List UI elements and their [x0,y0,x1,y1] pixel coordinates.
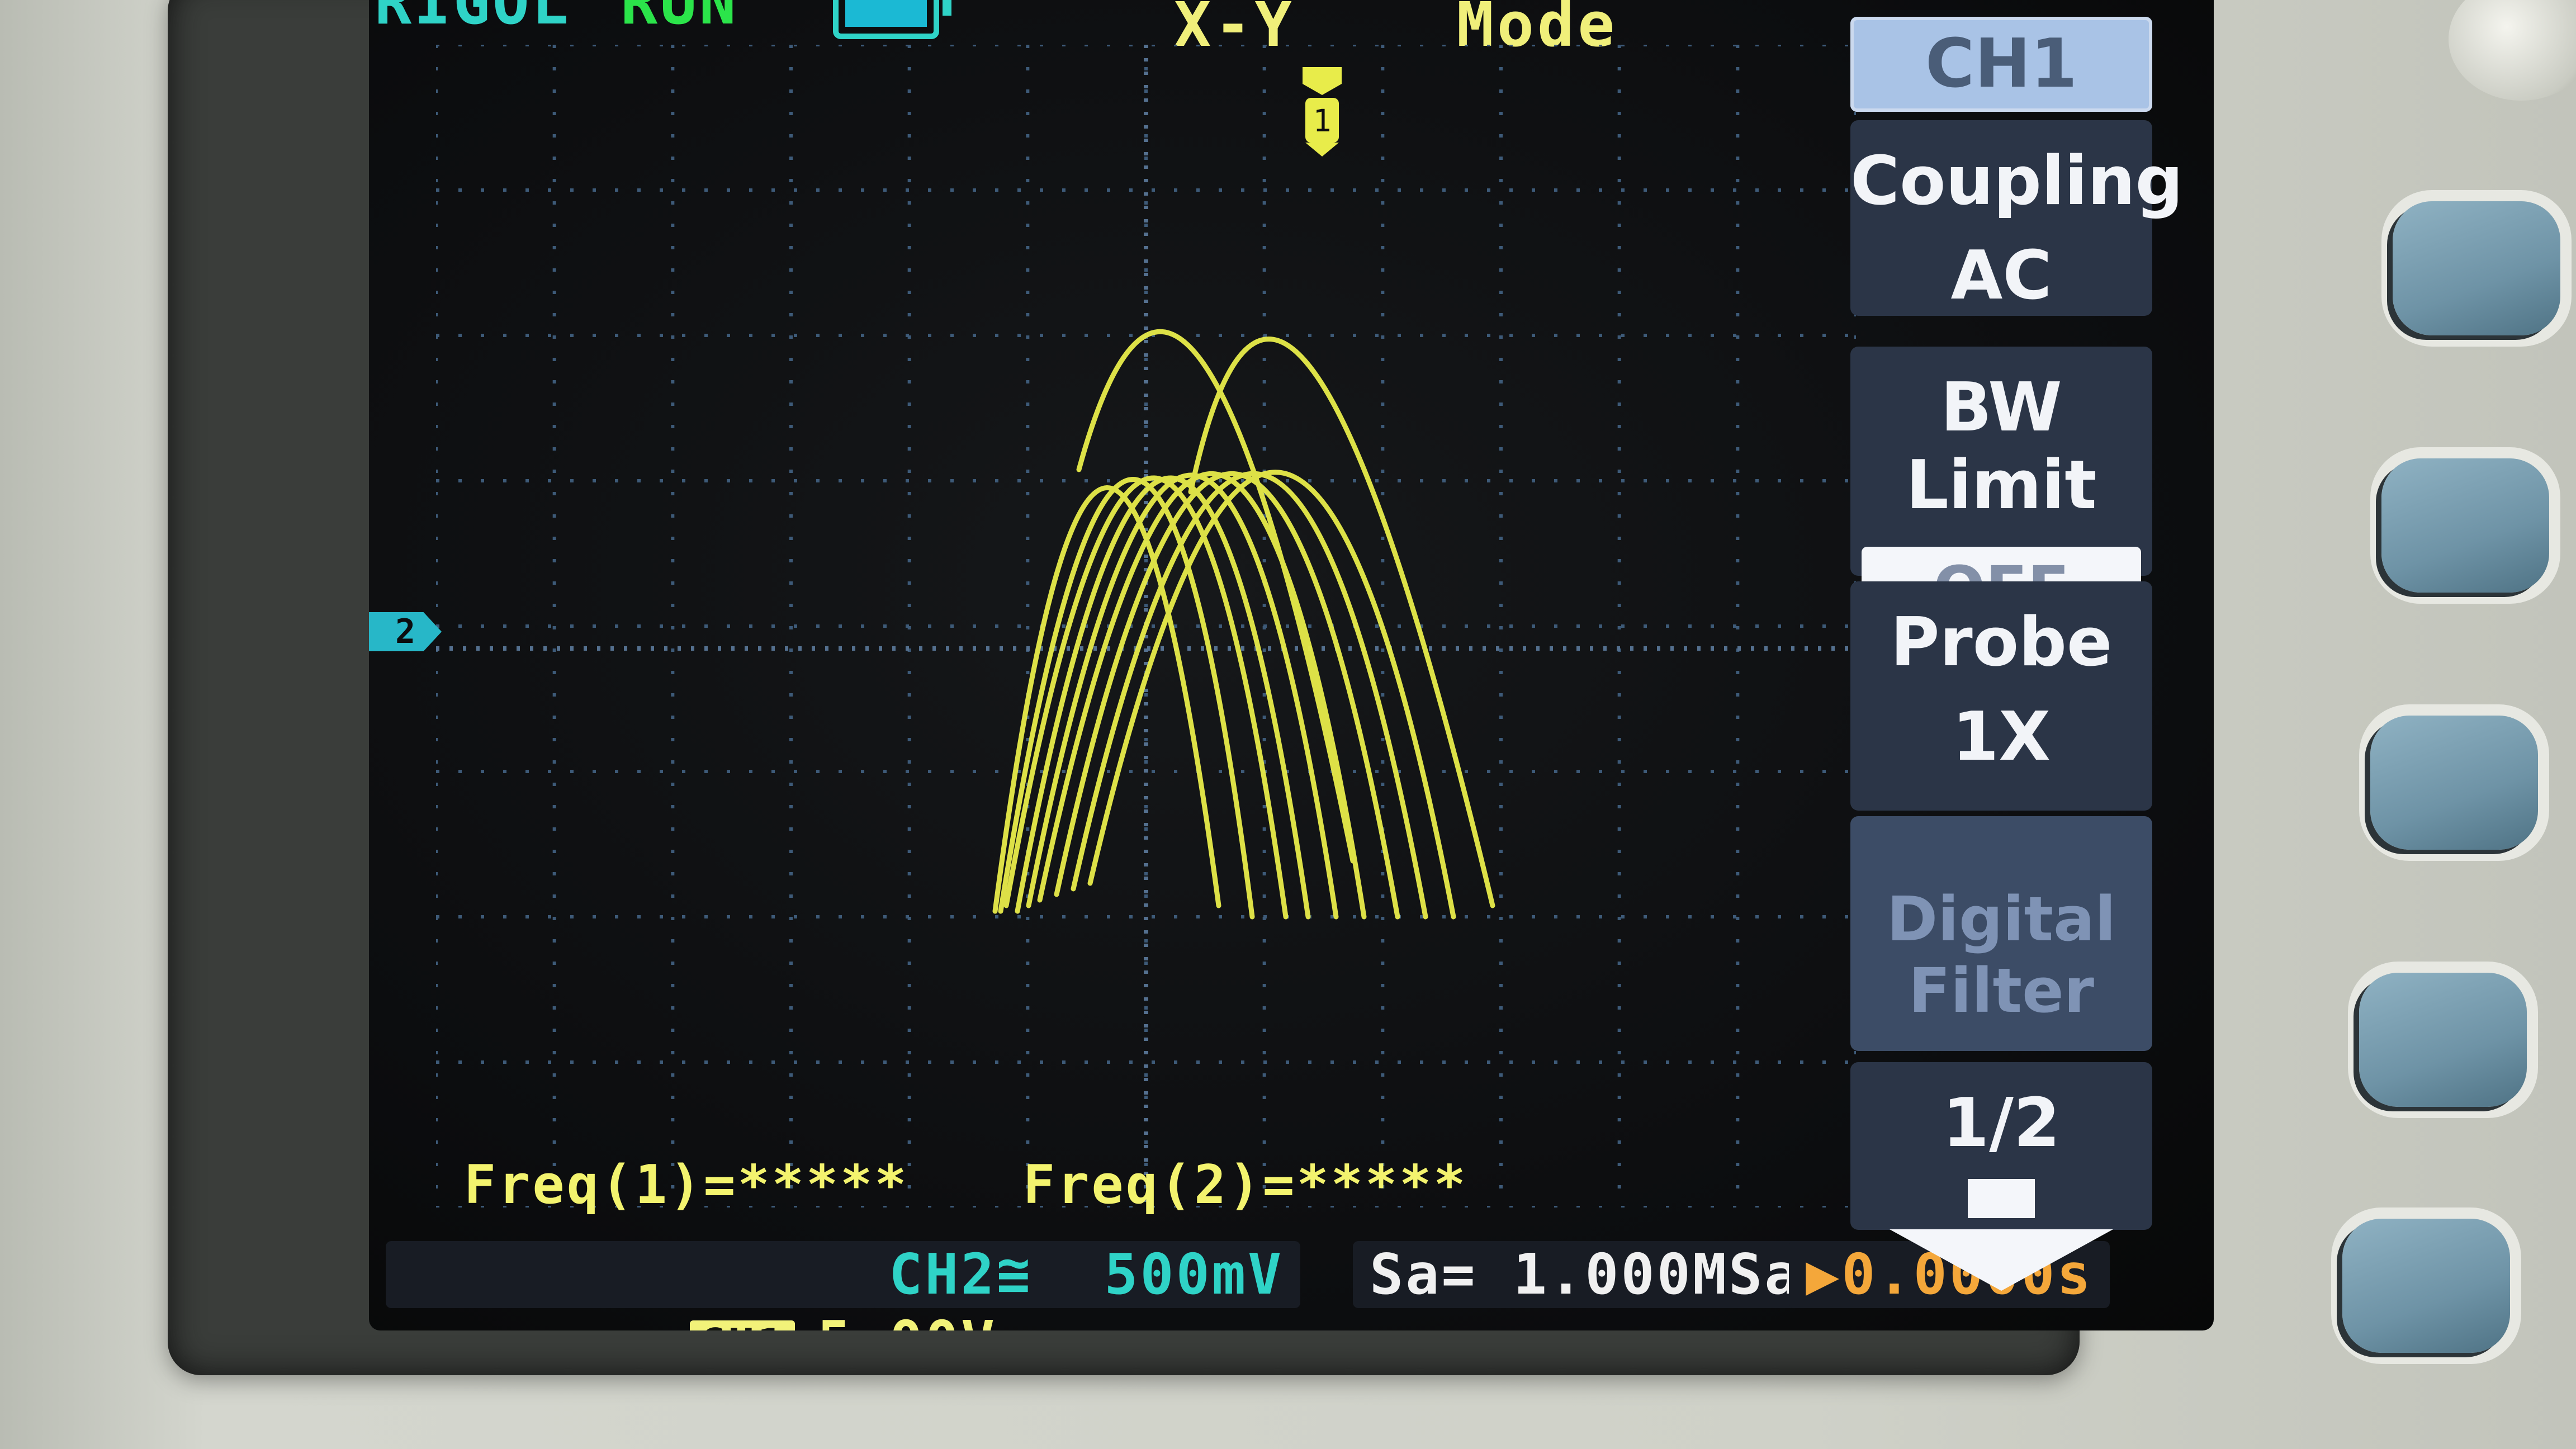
screen-frame: RIGOL RUN X-Y Mode 1 2 Freq(1)=***** Fre… [168,0,2214,1375]
graticule [436,45,1856,1208]
bw-limit-menu-item[interactable]: BW Limit OFF [1850,347,2152,631]
probe-value: 1X [1952,698,2051,776]
ch2-scale: CH2≅ 500mV [872,1241,1301,1308]
ch1-scale-value: 5.00V [817,1309,997,1330]
sample-rate: Sa= 1.000MSa [1353,1241,1817,1308]
freq-ch2: Freq(2)=***** [1023,1154,1468,1216]
brand-label: RIGOL [375,0,571,38]
probe-label: Probe [1890,604,2113,681]
next-page-menu-item[interactable]: 1/2 [1850,1062,2152,1291]
coupling-menu-item[interactable]: Coupling AC [1850,120,2184,316]
ch1-badge: CH1 [689,1320,795,1330]
page-indicator: 1/2 [1942,1085,2061,1162]
oscilloscope-screen: RIGOL RUN X-Y Mode 1 2 Freq(1)=***** Fre… [369,0,2214,1330]
softkey-menu: CH1 Coupling AC BW Limit OFF Probe 1X Di… [1850,0,2184,1291]
ch2-marker: 2 [369,612,442,651]
softkey-button-4[interactable] [2359,973,2527,1107]
xy-trace [992,329,1495,920]
coupling-value: AC [1950,237,2052,315]
softkey-button-2[interactable] [2381,458,2549,593]
trigger-marker-icon: 1 [1303,67,1342,157]
softkey-button-5[interactable] [2342,1219,2510,1353]
trigger-marker-label: 1 [1313,103,1331,139]
arrow-stem [1968,1179,2035,1218]
run-status: RUN [621,0,738,38]
digital-filter-label: Digital Filter [1887,883,2116,1026]
menu-title: CH1 [1850,17,2152,112]
battery-icon [833,0,951,39]
probe-menu-item[interactable]: Probe 1X [1850,581,2152,811]
digital-filter-menu-item[interactable]: Digital Filter [1850,816,2152,1051]
softkey-button-3[interactable] [2370,716,2538,850]
bw-limit-label: BW Limit [1906,369,2097,524]
softkey-button-1[interactable] [2393,201,2560,335]
freq-ch1: Freq(1)=***** [464,1154,909,1216]
arrow-down-icon [1890,1229,2113,1291]
coupling-label: Coupling [1850,143,2184,220]
